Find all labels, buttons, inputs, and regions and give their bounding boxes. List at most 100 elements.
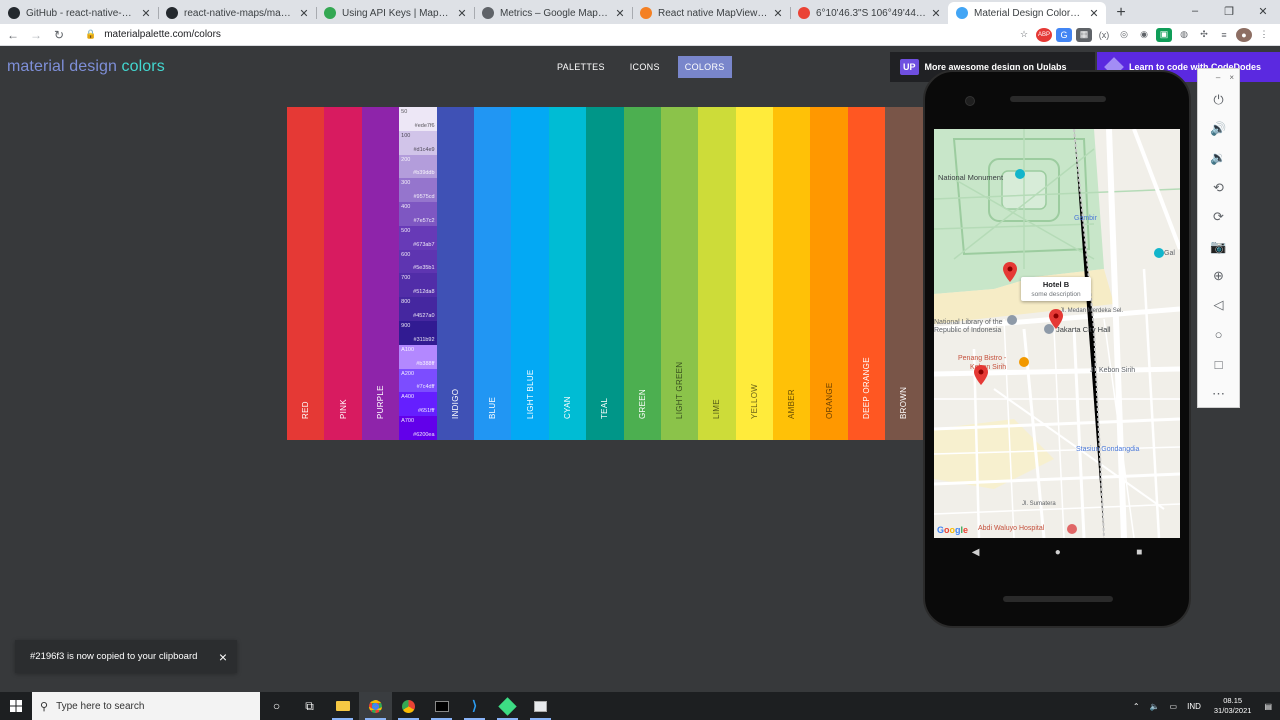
overview-icon[interactable]: □ [1198, 350, 1239, 379]
tab-close-icon[interactable]: ✕ [298, 7, 310, 20]
tab-close-icon[interactable]: ✕ [1088, 7, 1100, 20]
extension-icon-4[interactable]: ▣ [1156, 27, 1172, 42]
cortana-icon[interactable]: ○ [260, 692, 293, 720]
color-column-purple[interactable]: PURPLE [361, 107, 400, 440]
android-recents-icon[interactable]: ■ [1136, 547, 1142, 558]
browser-tab[interactable]: Metrics – Google Maps Platform ✕ [474, 2, 632, 24]
color-shade-swatch[interactable]: 300 #9575cd [399, 178, 437, 203]
color-column-amber[interactable]: AMBER [773, 107, 811, 440]
color-shade-swatch[interactable]: 200 #b39ddb [399, 154, 437, 179]
start-button[interactable] [0, 692, 32, 720]
chrome-icon[interactable] [359, 692, 392, 720]
color-column-red[interactable]: RED [287, 107, 325, 440]
volume-down-icon[interactable]: 🔉 [1198, 144, 1239, 173]
color-shade-swatch[interactable]: 500 #673ab7 [399, 225, 437, 250]
menu-icon[interactable]: ⋮ [1256, 28, 1272, 42]
color-shade-swatch[interactable]: 600 #5e35b1 [399, 249, 437, 274]
map-view[interactable]: National Monument Gambir Gal National Li… [934, 129, 1180, 538]
color-column-pink[interactable]: PINK [324, 107, 362, 440]
zoom-icon[interactable]: ⊕ [1198, 261, 1239, 290]
android-back-icon[interactable]: ◀ [972, 547, 980, 558]
android-studio-icon[interactable] [491, 692, 524, 720]
extension-icon-1[interactable]: ▦ [1076, 27, 1092, 42]
terminal-icon[interactable] [425, 692, 458, 720]
volume-icon[interactable]: 🔈 [1150, 702, 1160, 711]
vscode-icon[interactable]: ⟩ [458, 692, 491, 720]
map-marker-pin[interactable] [974, 365, 988, 385]
extension-icon-2[interactable]: (x) [1096, 28, 1112, 42]
new-tab-button[interactable]: + [1110, 2, 1132, 24]
browser-tab[interactable]: 6°10'46.3"S 106°49'44.3"E - Goog ✕ [790, 2, 948, 24]
back-icon[interactable]: ◁ [1198, 291, 1239, 320]
maximize-window-button[interactable]: ❐ [1212, 0, 1246, 22]
chrome-icon-2[interactable] [392, 692, 425, 720]
color-shade-swatch[interactable]: A400 #651fff [399, 392, 437, 417]
nav-link-colors[interactable]: COLORS [677, 56, 732, 78]
color-column-yellow[interactable]: YELLOW [735, 107, 774, 440]
tab-close-icon[interactable]: ✕ [772, 7, 784, 20]
nav-link-icons[interactable]: ICONS [623, 56, 667, 78]
network-icon[interactable]: ▭ [1170, 702, 1178, 711]
color-column-indigo[interactable]: INDIGO [436, 107, 474, 440]
rotate-right-icon[interactable]: ⟳ [1198, 203, 1239, 232]
tray-up-arrow-icon[interactable]: ⌃ [1133, 702, 1140, 711]
map-marker-pin[interactable] [1003, 262, 1017, 282]
list-icon[interactable]: ≡ [1216, 28, 1232, 42]
android-home-icon[interactable]: ● [1055, 547, 1061, 558]
browser-tab[interactable]: react-native-maps/marker.md at m ✕ [158, 2, 316, 24]
color-shade-swatch[interactable]: A200 #7c4dff [399, 368, 437, 393]
browser-tab[interactable]: Using API Keys | Maps SDK for Android ✕ [316, 2, 474, 24]
marker-info-window[interactable]: Hotel B some description [1021, 277, 1091, 301]
color-column-deep-orange[interactable]: DEEP ORANGE [847, 107, 886, 440]
minimize-window-button[interactable]: – [1178, 0, 1212, 22]
color-shade-swatch[interactable]: A700 #6200ea [399, 416, 437, 440]
power-icon[interactable]: ⏻ [1198, 85, 1239, 114]
tab-close-icon[interactable]: ✕ [456, 7, 468, 20]
color-column-light-blue[interactable]: LIGHT BLUE [511, 107, 549, 440]
emulator-app-icon[interactable] [524, 692, 557, 720]
browser-tab[interactable]: React native MapView: what is lat ✕ [632, 2, 790, 24]
file-explorer-icon[interactable] [326, 692, 359, 720]
color-column-orange[interactable]: ORANGE [810, 107, 848, 440]
taskbar-clock[interactable]: 08.15 31/03/2021 [1214, 696, 1252, 716]
color-shade-swatch[interactable]: 50 #ede7f6 [399, 107, 437, 131]
color-shade-swatch[interactable]: 900 #311b92 [399, 321, 437, 345]
color-shade-swatch[interactable]: 100 #d1c4e9 [399, 130, 437, 155]
map-marker-pin[interactable] [1049, 309, 1063, 329]
color-shade-swatch[interactable]: 400 #7e57c2 [399, 202, 437, 226]
tab-close-icon[interactable]: ✕ [140, 7, 152, 20]
tray-language[interactable]: IND [1187, 702, 1201, 711]
tab-close-icon[interactable]: ✕ [930, 7, 942, 20]
extension-icon-5[interactable]: ◍ [1176, 28, 1192, 42]
color-column-teal[interactable]: TEAL [586, 107, 624, 440]
extensions-puzzle-icon[interactable]: ✣ [1196, 28, 1212, 42]
color-column-cyan[interactable]: CYAN [548, 107, 587, 440]
emulator-close-button[interactable]: × [1229, 73, 1234, 82]
color-shade-swatch[interactable]: 700 #512da8 [399, 273, 437, 298]
taskbar-search-box[interactable]: ⚲ Type here to search [32, 692, 260, 720]
color-column-green[interactable]: GREEN [623, 107, 661, 440]
notification-icon[interactable]: ▤ [1264, 702, 1272, 711]
back-button[interactable]: ← [3, 25, 23, 45]
extension-icon-3[interactable]: ◎ [1116, 28, 1132, 42]
nav-link-palettes[interactable]: PALETTES [550, 56, 612, 78]
toast-close-icon[interactable]: × [209, 649, 237, 665]
color-column-deep-purple[interactable]: 50 #ede7f6 100 #d1c4e9 200 #b39ddb 300 #9575cd 4… [399, 107, 437, 440]
camera-extension-icon[interactable]: ◉ [1136, 28, 1152, 42]
volume-up-icon[interactable]: 🔊 [1198, 114, 1239, 143]
color-shade-swatch[interactable]: 800 #4527a0 [399, 297, 437, 322]
address-bar[interactable]: 🔒 materialpalette.com/colors [75, 26, 1014, 44]
more-icon[interactable]: ⋯ [1198, 379, 1239, 408]
emulator-minimize-button[interactable]: – [1216, 73, 1220, 82]
translate-icon[interactable]: G [1056, 27, 1072, 42]
color-column-lime[interactable]: LIME [698, 107, 736, 440]
color-column-blue[interactable]: BLUE [473, 107, 512, 440]
browser-tab[interactable]: GitHub - react-native-maps/react-nat ✕ [0, 2, 158, 24]
reload-button[interactable]: ↻ [49, 25, 69, 45]
color-column-light-green[interactable]: LIGHT GREEN [660, 107, 699, 440]
forward-button[interactable]: → [26, 25, 46, 45]
profile-avatar[interactable]: ● [1236, 27, 1252, 42]
close-window-button[interactable]: ✕ [1246, 0, 1280, 22]
color-column-brown[interactable]: BROWN [885, 107, 923, 440]
home-icon[interactable]: ○ [1198, 320, 1239, 349]
